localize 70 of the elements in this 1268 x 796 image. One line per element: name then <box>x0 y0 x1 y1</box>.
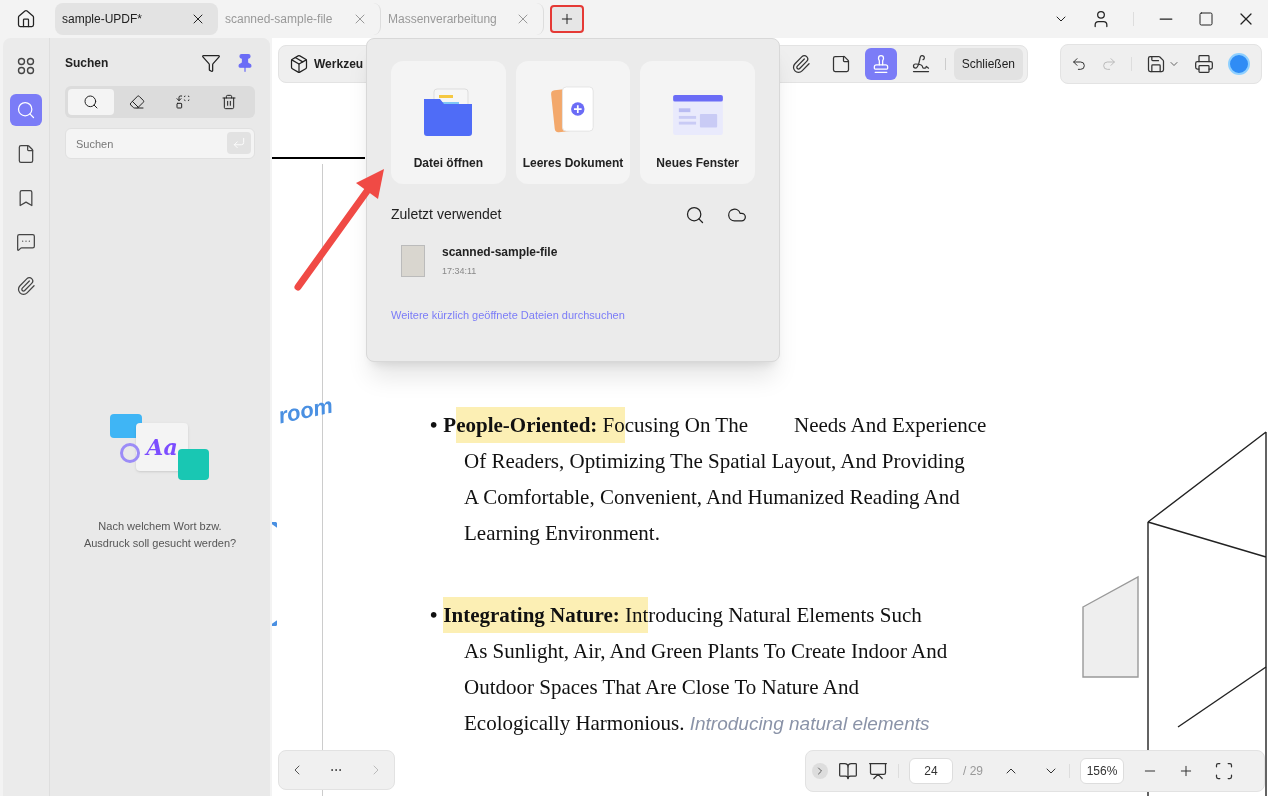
new-tab-button[interactable] <box>550 5 584 33</box>
page-total: / 29 <box>963 763 983 780</box>
bullet-marker: • <box>430 602 438 629</box>
paperclip-icon <box>16 276 36 296</box>
bullet-heading: P <box>443 412 457 439</box>
handwritten-annotation: room <box>275 391 336 431</box>
page-number-field[interactable]: 24 <box>909 758 953 784</box>
tab-label: scanned-sample-file <box>225 11 333 28</box>
bullet-heading: Integrating Nature: <box>443 597 620 633</box>
document-text: Int <box>619 597 649 633</box>
close-tools-button[interactable]: Schließen <box>953 48 1023 80</box>
zoom-field[interactable]: 156% <box>1080 758 1124 784</box>
search-icon <box>83 94 99 110</box>
grid-icon <box>16 56 36 76</box>
home-icon <box>16 9 36 29</box>
document-text: Of Readers, Optimizing The Spatial Layout, And Providing <box>464 448 965 475</box>
search-mode-tab[interactable] <box>68 89 114 115</box>
search-hint: Nach welchem Wort bzw. Ausdruck soll gesucht werden? <box>82 519 238 551</box>
document-text: Ecologically Harmonious. <box>464 710 685 737</box>
document-text: Outdoor Spaces That Are Close To Nature And <box>464 674 859 701</box>
undo-icon[interactable] <box>1071 56 1087 72</box>
document-text: A Comfortable, Convenient, And Humanized Reading And <box>464 484 960 511</box>
search-illustration: Aa <box>108 414 212 484</box>
filter-icon[interactable] <box>201 53 221 73</box>
book-icon[interactable] <box>838 761 858 781</box>
fit-page-icon[interactable] <box>1214 761 1234 781</box>
sticky-note-icon <box>830 54 851 74</box>
document-tab[interactable]: sample-UPDF* <box>55 3 218 35</box>
bullet-marker: • <box>430 412 438 439</box>
assistant-logo-icon[interactable] <box>1228 53 1250 75</box>
paperclip-icon <box>790 54 811 74</box>
tools-button[interactable]: Werkzeu <box>283 49 370 79</box>
maximize-icon[interactable] <box>1198 11 1214 27</box>
document-text: Needs And Experience <box>794 412 987 439</box>
eraser-icon <box>129 94 145 110</box>
action-card[interactable]: Neues Fenster <box>640 61 755 184</box>
file-thumbnail <box>401 244 425 277</box>
recent-file-item[interactable]: scanned-sample-file 17:34:11 <box>391 243 755 279</box>
toolbox-icon <box>289 54 309 74</box>
window-icon <box>670 93 725 137</box>
tab-label: Massenverarbeitung <box>388 11 497 28</box>
plus-icon <box>559 11 575 27</box>
file-name: scanned-sample-file <box>442 244 558 261</box>
file-time: 17:34:11 <box>442 265 478 278</box>
enter-icon <box>232 136 246 150</box>
tab-label: sample-UPDF* <box>62 11 142 28</box>
italic-note: Introducing natural elements <box>688 712 930 736</box>
replace-icon <box>175 94 191 110</box>
printer-icon[interactable] <box>1194 54 1214 74</box>
more-button[interactable]: ··· <box>330 761 343 779</box>
comment-icon <box>16 232 36 252</box>
presentation-icon[interactable] <box>868 761 888 781</box>
section-title: Zuletzt verwendet <box>391 205 502 224</box>
document-text: Learning Environment. <box>464 520 660 547</box>
signature-icon <box>910 54 931 74</box>
search-icon <box>16 100 36 120</box>
save-icon[interactable] <box>1146 54 1166 74</box>
document-text: Fo <box>597 407 625 443</box>
trash-icon <box>221 94 237 110</box>
panel-title: Suchen <box>65 55 109 72</box>
document-text: As Sunlight, Air, And Green Plants To Create Indoor And <box>464 638 948 665</box>
search-field[interactable]: Suchen <box>65 128 255 159</box>
zoom-in-icon[interactable] <box>1178 763 1194 779</box>
bullet-heading: eople-Oriented: <box>456 407 598 443</box>
document-text: cusing On The <box>624 412 748 439</box>
action-card[interactable]: Datei öffnen <box>391 61 506 184</box>
search-icon[interactable] <box>685 204 705 225</box>
page-icon <box>16 144 36 164</box>
document-text: roducing Natural Elements Such <box>648 602 922 629</box>
action-card[interactable]: Leeres Dokument <box>515 61 631 184</box>
